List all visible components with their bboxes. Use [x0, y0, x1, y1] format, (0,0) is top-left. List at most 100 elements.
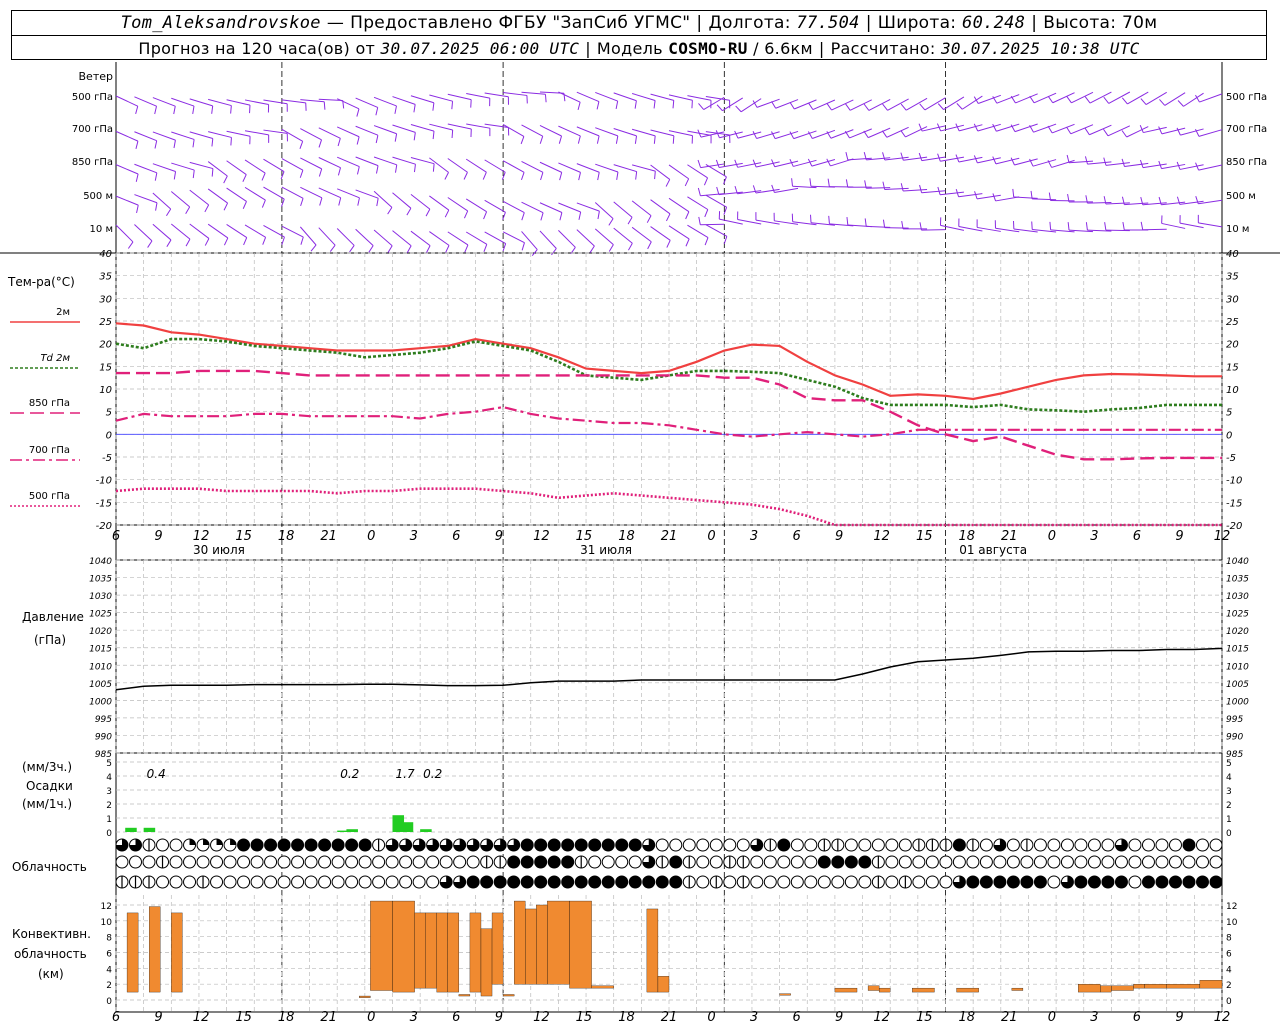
wind-barb	[244, 224, 266, 238]
conv-bar	[536, 904, 548, 985]
wind-barb-flag	[698, 216, 701, 225]
cloud-symbol	[372, 875, 386, 889]
wind-barb-flag	[559, 212, 563, 221]
cloud-symbol	[264, 875, 278, 889]
wind-barb	[392, 96, 416, 105]
wind-barb-flag	[1066, 96, 1072, 104]
cloud-symbol	[331, 838, 345, 852]
cloud-symbol	[615, 875, 629, 889]
wind-barb	[576, 229, 595, 247]
wind-barb-flag	[154, 140, 158, 149]
cloud-symbol	[817, 875, 831, 889]
cloud-symbol	[183, 855, 197, 869]
wind-barb-flag	[338, 197, 342, 206]
cloud-symbol	[1128, 875, 1142, 889]
wind-barb	[668, 225, 690, 240]
wind-barb	[521, 124, 543, 137]
conv-bar	[514, 900, 526, 985]
wind-barb	[171, 162, 195, 171]
wind-barb-flag	[425, 208, 431, 217]
cloud-symbol	[1128, 855, 1142, 869]
cloud-symbol	[939, 875, 953, 889]
wind-barb-flag	[310, 244, 317, 252]
wind-barb-flag	[425, 245, 431, 253]
cloud-symbol	[304, 838, 318, 852]
wind-barb-flag	[323, 101, 326, 110]
wind-barb-flag	[185, 206, 191, 215]
cloud-symbol	[858, 855, 872, 869]
precip-tick-label-right: 4	[1226, 773, 1232, 783]
precip-tick-label: 1	[106, 815, 112, 825]
wind-barb	[244, 186, 266, 201]
wind-barb-flag	[1067, 222, 1070, 231]
cloud-symbol	[439, 855, 453, 869]
wind-barb-flag	[771, 131, 776, 139]
cloud-symbol	[426, 875, 440, 889]
temp-tick-label: 15	[99, 362, 112, 373]
wind-barb-flag	[337, 167, 342, 176]
wind-barb-flag	[223, 237, 229, 246]
wind-barb-flag	[413, 104, 416, 113]
conv-xtick-label: 3	[410, 1010, 418, 1024]
wind-barb-flag	[919, 103, 926, 111]
wind-barb-flag	[685, 238, 690, 247]
wind-barb	[1107, 125, 1131, 137]
wind-barb-flag	[540, 212, 544, 221]
cloud-symbol	[777, 838, 791, 852]
cloud-symbol	[844, 855, 858, 869]
conv-xtick-label: 15	[576, 1010, 593, 1024]
cloud-symbol	[183, 875, 197, 889]
wind-barb	[1164, 92, 1186, 106]
wind-barb-flag	[1085, 222, 1088, 231]
wind-barb-flag	[698, 103, 705, 110]
wind-barb-flag	[135, 106, 139, 114]
conv-xtick-label: 21	[320, 1010, 337, 1024]
conv-bar	[359, 995, 371, 998]
conv-bar	[458, 994, 471, 997]
wind-barb	[700, 223, 725, 226]
wind-barb-flag	[1121, 97, 1128, 105]
wind-barb-flag	[634, 100, 637, 109]
wind-barb	[134, 131, 157, 142]
conv-xtick-label: 9	[1175, 1010, 1183, 1024]
wind-barb-flag	[1122, 221, 1125, 231]
wind-barb	[207, 161, 228, 177]
cloud-symbol	[372, 855, 386, 869]
wind-barb	[207, 223, 229, 239]
temp-xtick-label: 9	[1175, 529, 1183, 544]
cloud-symbol-quarter	[230, 839, 237, 845]
wind-barb	[189, 131, 213, 139]
temp-tick-label-right: 20	[1226, 340, 1239, 351]
cloud-symbol	[844, 838, 858, 852]
cloud-symbol	[1047, 875, 1061, 889]
cloud-symbol	[318, 855, 332, 869]
wind-barb-flag	[973, 96, 979, 104]
cloud-symbol	[1087, 838, 1101, 852]
cloud-symbol	[1168, 838, 1182, 852]
wind-barb	[465, 158, 487, 173]
temp-tick-label: 0	[106, 430, 112, 441]
cloud-symbol	[655, 875, 669, 889]
wind-barb	[355, 125, 379, 136]
wind-barb	[996, 123, 1020, 132]
wind-barb-flag	[627, 217, 633, 225]
wind-barb	[171, 131, 195, 140]
precip-bar	[346, 829, 358, 832]
precip-total-label: 1.7	[396, 767, 415, 781]
conv-bar	[1144, 984, 1167, 989]
conv-xtick-label: 6	[1133, 1010, 1141, 1024]
temp-tick-label-right: 40	[1226, 249, 1239, 260]
wind-barb	[115, 164, 139, 175]
wind-barb-flag	[368, 245, 374, 253]
wind-barb-flag	[135, 173, 139, 182]
wind-barb	[355, 156, 379, 167]
wind-barb	[170, 191, 191, 208]
temp-tick-label-right: -5	[1226, 453, 1236, 464]
conv-tick-label-right: 2	[1226, 981, 1232, 991]
wind-barb	[410, 95, 435, 104]
wind-barb-flag	[882, 219, 886, 228]
conv-bar	[547, 900, 570, 985]
wind-barb	[1087, 202, 1112, 204]
wind-barb	[866, 187, 891, 189]
wind-barb	[1089, 124, 1112, 136]
